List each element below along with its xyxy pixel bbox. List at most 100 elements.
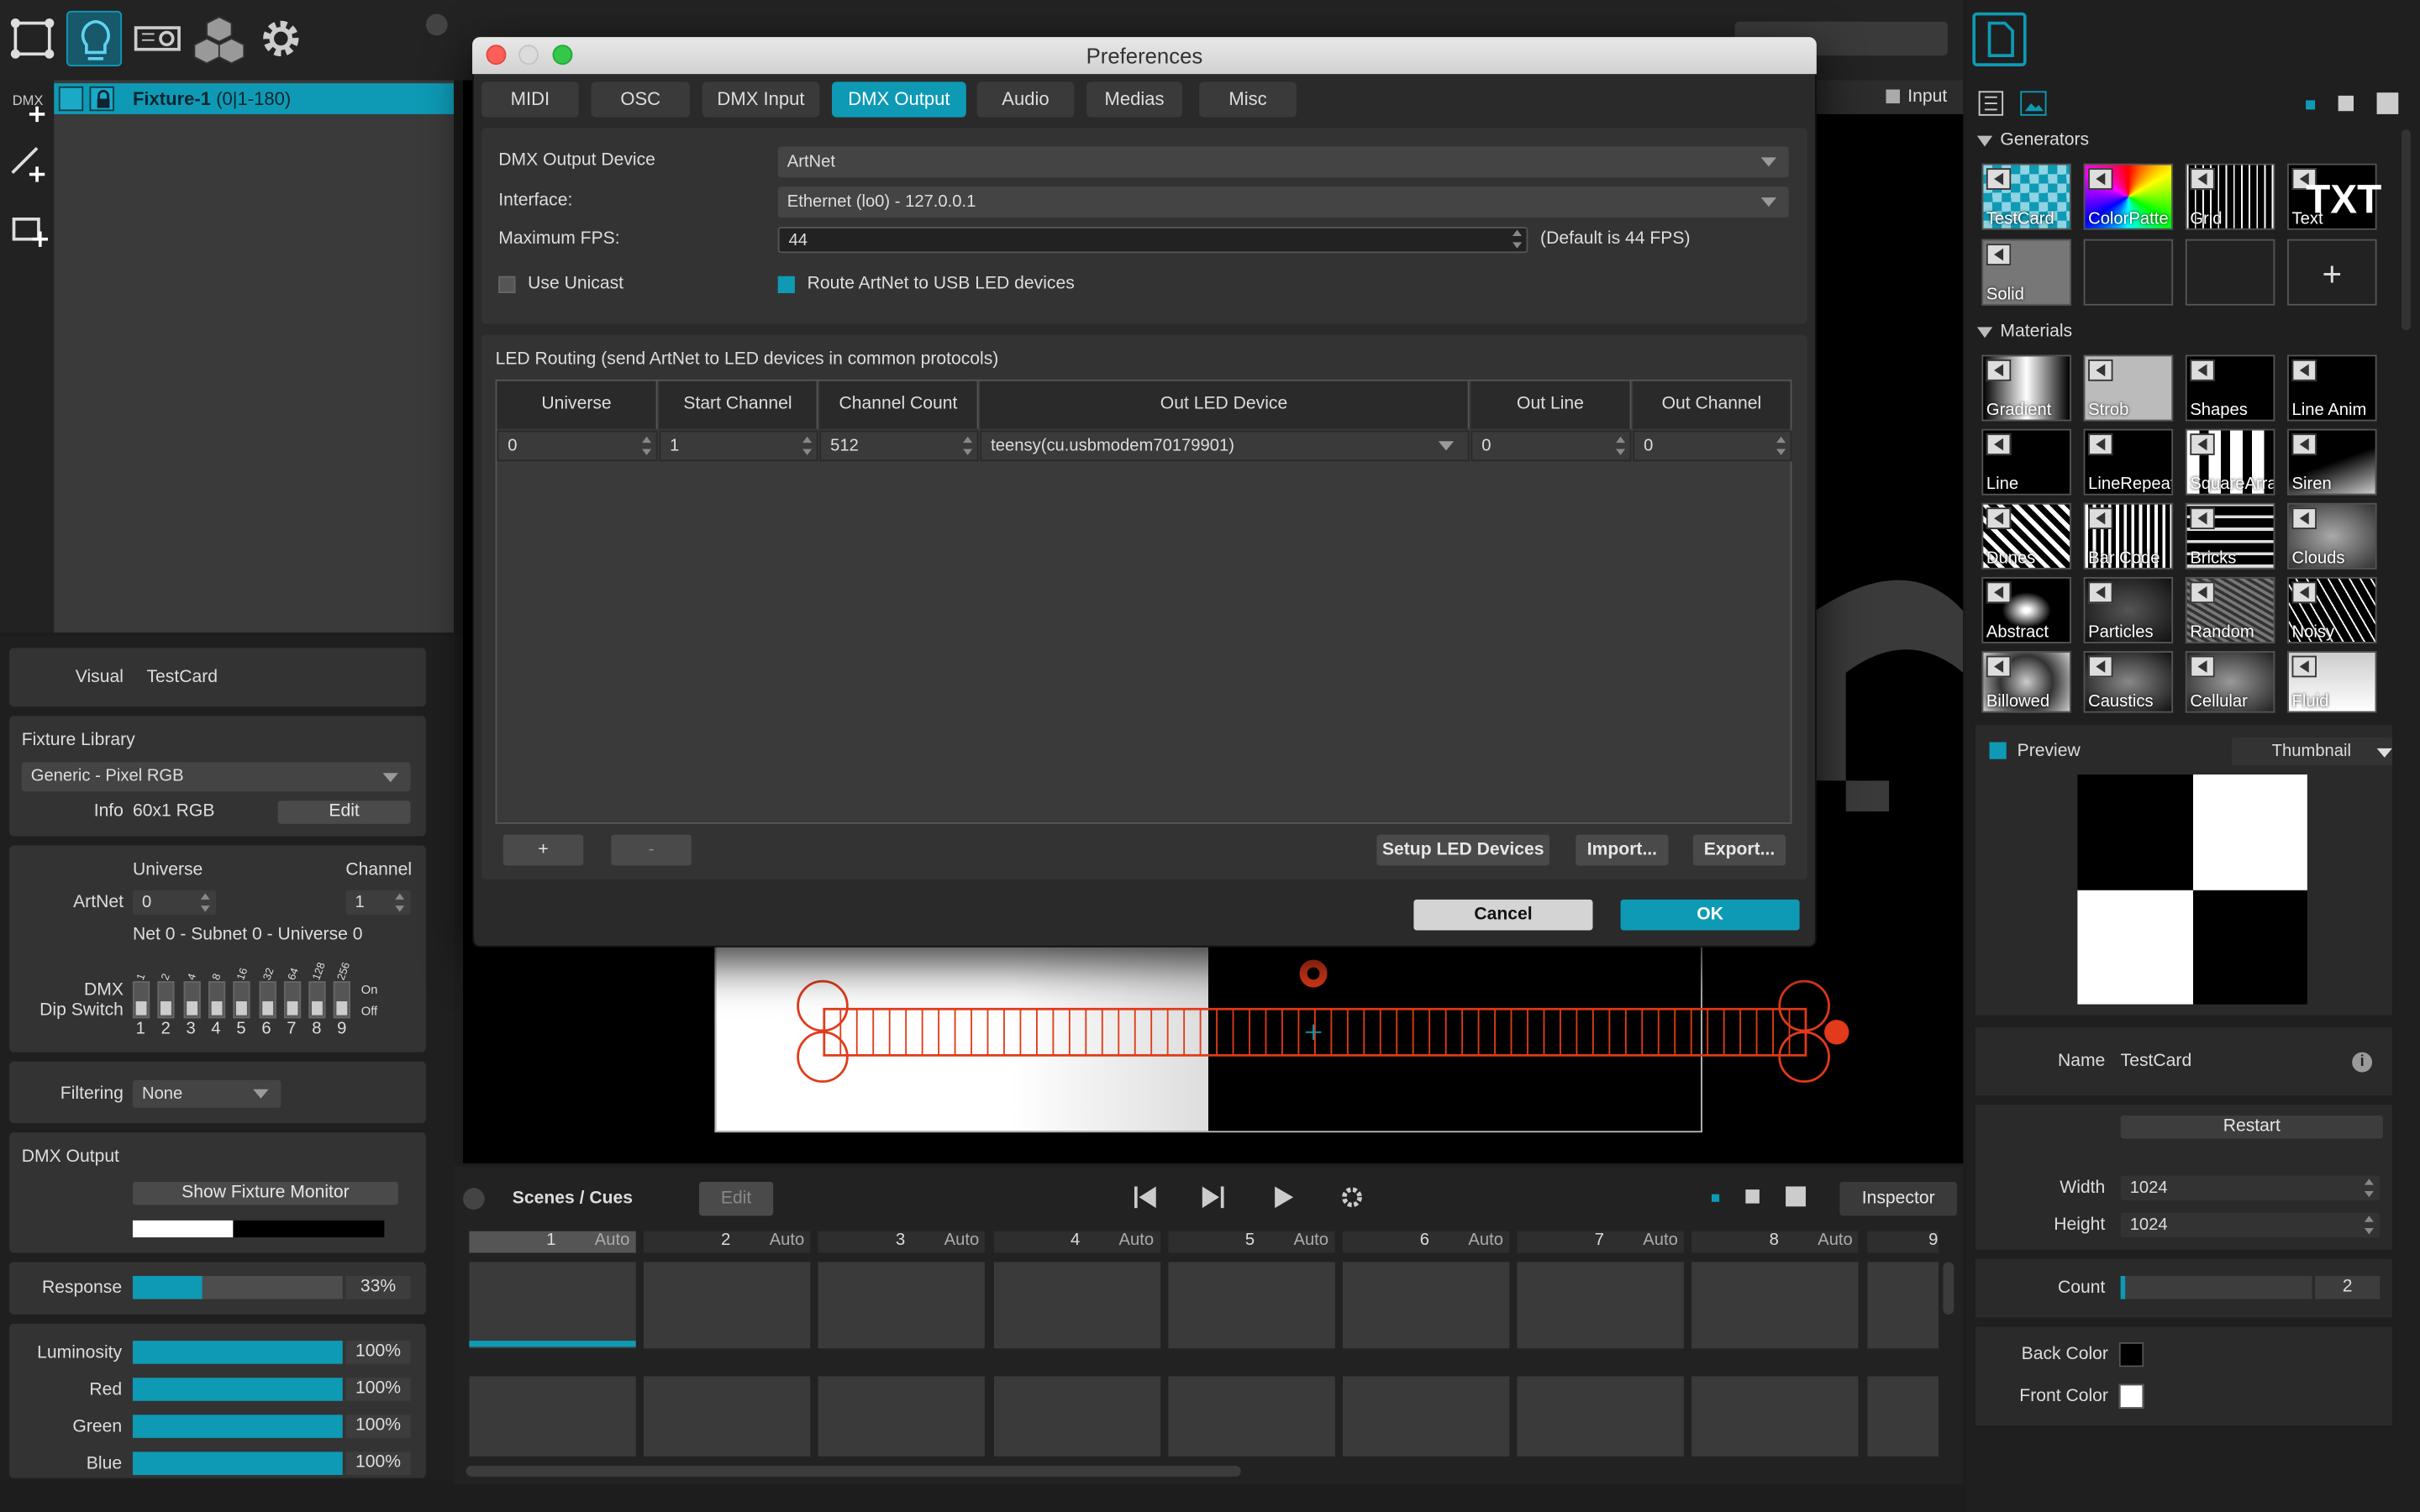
generator-thumbnail[interactable]: Solid — [1981, 239, 2071, 306]
play-icon[interactable] — [1986, 359, 2012, 381]
color-channel-slider[interactable] — [132, 1452, 343, 1475]
restart-button[interactable]: Restart — [2120, 1115, 2383, 1139]
play-icon[interactable] — [2291, 581, 2317, 604]
fps-stepper[interactable] — [1512, 229, 1523, 249]
projector-icon[interactable] — [129, 11, 185, 66]
cue-slot[interactable] — [1342, 1262, 1510, 1349]
cue-slot[interactable] — [1168, 1376, 1335, 1457]
cue-slot[interactable] — [1517, 1262, 1685, 1349]
cue-slot[interactable] — [1866, 1262, 1939, 1349]
material-thumbnail[interactable]: Fluid — [2287, 651, 2377, 713]
skip-back-icon[interactable] — [1133, 1185, 1157, 1210]
add-generator-button[interactable]: + — [2287, 239, 2377, 306]
remove-route-button[interactable]: - — [611, 834, 692, 866]
dip-switch[interactable] — [182, 981, 201, 1019]
material-thumbnail[interactable]: Random — [2185, 576, 2275, 643]
interface-select[interactable]: Ethernet (lo0) - 127.0.0.1 — [777, 186, 1789, 218]
tab-misc[interactable]: Misc — [1199, 81, 1297, 118]
import-button[interactable]: Import... — [1576, 834, 1669, 866]
material-thumbnail[interactable]: Shapes — [2185, 354, 2275, 422]
play-icon[interactable] — [2291, 655, 2317, 678]
skip-forward-icon[interactable] — [1201, 1185, 1225, 1210]
cue-slot[interactable] — [1517, 1376, 1685, 1457]
material-thumbnail[interactable]: Bricks — [2185, 502, 2275, 570]
device-select[interactable]: ArtNet — [777, 146, 1789, 178]
cue-slot[interactable] — [993, 1376, 1160, 1457]
route-artnet-checkbox[interactable] — [777, 276, 795, 293]
dip-switch[interactable] — [157, 981, 176, 1019]
cues-scrollbar[interactable] — [466, 1465, 1241, 1477]
tab-osc[interactable]: OSC — [591, 81, 691, 118]
color-channel-slider[interactable] — [132, 1415, 343, 1438]
show-fixture-monitor-button[interactable]: Show Fixture Monitor — [132, 1181, 398, 1205]
generator-thumbnail[interactable]: TestCard — [1981, 163, 2071, 230]
lock-icon[interactable] — [89, 86, 114, 112]
play-icon[interactable] — [1986, 581, 2012, 604]
cue-slot[interactable] — [818, 1262, 986, 1349]
dip-switch[interactable] — [233, 981, 250, 1019]
material-thumbnail[interactable]: Gradient — [1981, 354, 2071, 422]
play-icon[interactable] — [2190, 433, 2215, 455]
cubes-icon[interactable] — [192, 11, 247, 66]
height-input[interactable]: 1024 — [2120, 1212, 2381, 1238]
cue-slot[interactable] — [818, 1376, 986, 1457]
cue-slot[interactable] — [469, 1376, 636, 1457]
color-channel-slider[interactable] — [132, 1378, 343, 1401]
inspector-button[interactable]: Inspector — [1839, 1181, 1957, 1216]
play-icon[interactable] — [2088, 359, 2113, 381]
thumb-size-large-icon[interactable] — [2376, 92, 2399, 114]
play-icon[interactable] — [2190, 359, 2215, 381]
cue-slot[interactable] — [993, 1262, 1160, 1349]
cue-slot[interactable] — [1691, 1376, 1860, 1457]
preview-mode-select[interactable]: Thumbnail — [2231, 737, 2392, 766]
response-slider[interactable] — [132, 1275, 343, 1299]
medium-view-icon[interactable] — [1745, 1189, 1760, 1204]
play-icon[interactable] — [2291, 359, 2317, 381]
cue-header[interactable]: 7 Auto — [1517, 1231, 1685, 1253]
ok-button[interactable]: OK — [1620, 899, 1800, 931]
large-view-icon[interactable] — [1786, 1186, 1806, 1207]
front-color-swatch[interactable] — [2118, 1383, 2144, 1409]
cues-edit-button[interactable]: Edit — [699, 1181, 774, 1216]
cue-header[interactable]: 9 — [1866, 1231, 1938, 1253]
cue-slot[interactable] — [1866, 1376, 1939, 1457]
play-icon[interactable] — [2190, 655, 2215, 678]
color-channel-slider[interactable] — [132, 1341, 343, 1364]
generators-arrow-icon[interactable] — [1976, 135, 1993, 147]
play-icon[interactable] — [2088, 655, 2113, 678]
routing-cell[interactable]: 512 — [819, 430, 979, 462]
dip-switch[interactable] — [208, 981, 225, 1019]
play-icon[interactable] — [1986, 244, 2012, 265]
add-route-button[interactable]: + — [502, 834, 584, 866]
cell-stepper[interactable] — [963, 436, 974, 455]
cue-slot[interactable] — [1342, 1376, 1510, 1457]
material-thumbnail[interactable]: Caustics — [2083, 651, 2174, 713]
materials-arrow-icon[interactable] — [1976, 327, 1993, 339]
material-thumbnail[interactable]: Cellular — [2185, 651, 2275, 713]
back-color-swatch[interactable] — [2118, 1341, 2144, 1368]
material-thumbnail[interactable]: Clouds — [2287, 502, 2377, 570]
export-button[interactable]: Export... — [1692, 834, 1786, 866]
cell-stepper[interactable] — [642, 436, 653, 455]
count-slider[interactable] — [2120, 1275, 2312, 1299]
play-icon[interactable] — [2291, 507, 2317, 530]
play-icon[interactable] — [2088, 507, 2113, 530]
cue-header[interactable]: 8 Auto — [1691, 1231, 1860, 1253]
routing-cell[interactable]: teensy(cu.usbmodem70179901) — [980, 430, 1470, 462]
tab-medias[interactable]: Medias — [1086, 81, 1182, 118]
material-thumbnail[interactable]: Particles — [2083, 576, 2174, 643]
play-icon[interactable] — [1986, 168, 2012, 190]
info-icon[interactable]: i — [2352, 1052, 2373, 1073]
material-thumbnail[interactable]: Bar Code — [2083, 502, 2174, 570]
dip-switch[interactable] — [308, 981, 326, 1019]
play-icon[interactable] — [2190, 507, 2215, 530]
cue-slot[interactable] — [1168, 1262, 1335, 1349]
fixture-library-select[interactable]: Generic - Pixel RGB — [21, 762, 411, 792]
play-icon[interactable] — [1271, 1185, 1296, 1210]
image-view-icon[interactable] — [2020, 91, 2047, 116]
play-icon[interactable] — [2190, 168, 2215, 190]
cues-settings-icon[interactable] — [1339, 1185, 1364, 1210]
material-thumbnail[interactable]: LineRepeat — [2083, 428, 2174, 496]
cue-header[interactable]: 3 Auto — [818, 1231, 986, 1253]
height-stepper[interactable] — [2364, 1215, 2375, 1235]
